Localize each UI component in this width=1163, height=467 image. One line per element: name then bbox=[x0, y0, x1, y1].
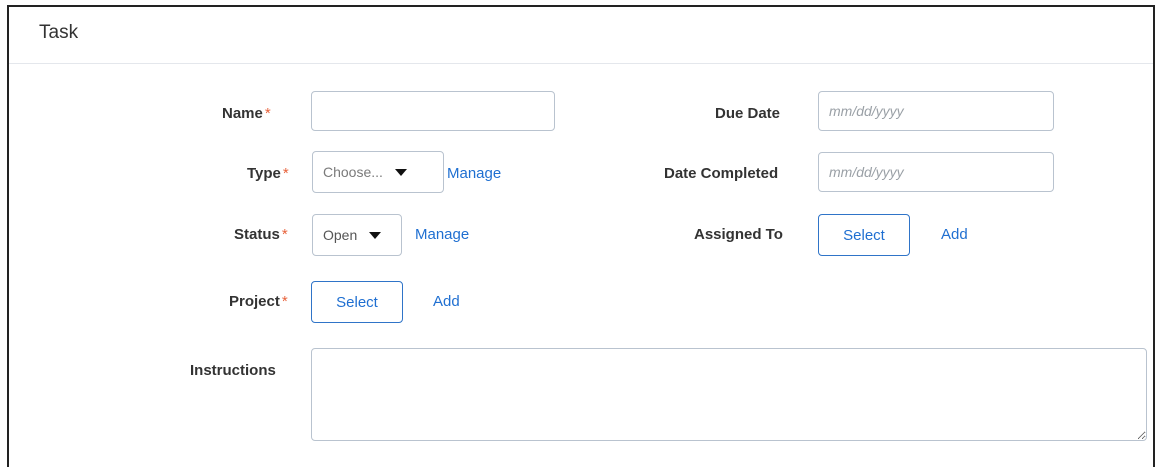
chevron-down-icon bbox=[369, 231, 382, 239]
required-marker: * bbox=[281, 293, 288, 310]
status-label: Status * bbox=[234, 226, 288, 243]
type-select[interactable]: Choose... bbox=[312, 151, 444, 193]
status-select[interactable]: Open bbox=[312, 214, 402, 256]
task-panel: Task Name * Type * Choose... Manage Status… bbox=[7, 5, 1155, 467]
instructions-label: Instructions bbox=[190, 362, 276, 379]
status-select-value: Open bbox=[323, 227, 358, 243]
status-manage-link[interactable]: Manage bbox=[415, 226, 469, 243]
due-date-input[interactable] bbox=[818, 91, 1054, 131]
type-label: Type * bbox=[247, 165, 289, 182]
due-date-label: Due Date bbox=[715, 105, 781, 122]
required-marker: * bbox=[264, 105, 271, 122]
type-label-text: Type bbox=[247, 165, 281, 182]
name-label: Name * bbox=[222, 105, 271, 122]
type-select-value: Choose... bbox=[323, 164, 383, 180]
panel-title: Task bbox=[39, 22, 79, 43]
name-input[interactable] bbox=[311, 91, 555, 131]
required-marker: * bbox=[282, 165, 289, 182]
required-marker: * bbox=[281, 226, 288, 243]
project-add-link[interactable]: Add bbox=[433, 293, 460, 310]
project-select-button[interactable]: Select bbox=[311, 281, 403, 323]
date-completed-label: Date Completed bbox=[664, 165, 779, 182]
assigned-to-label: Assigned To bbox=[694, 226, 783, 243]
instructions-textarea[interactable] bbox=[311, 348, 1147, 441]
type-manage-link[interactable]: Manage bbox=[447, 165, 501, 182]
panel-header: Task bbox=[9, 7, 1153, 64]
assigned-to-add-link[interactable]: Add bbox=[941, 226, 968, 243]
date-completed-input[interactable] bbox=[818, 152, 1054, 192]
project-label: Project * bbox=[229, 293, 288, 310]
chevron-down-icon bbox=[394, 168, 407, 176]
name-label-text: Name bbox=[222, 105, 263, 122]
project-label-text: Project bbox=[229, 293, 280, 310]
status-label-text: Status bbox=[234, 226, 280, 243]
assigned-to-select-button[interactable]: Select bbox=[818, 214, 910, 256]
